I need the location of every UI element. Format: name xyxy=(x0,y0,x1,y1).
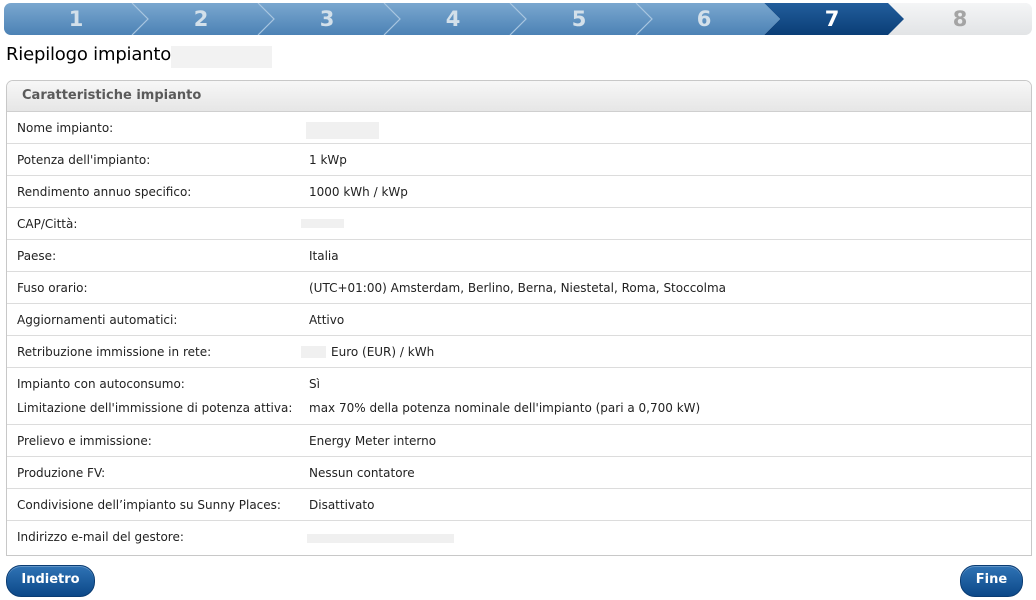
row-value: Attivo xyxy=(309,313,345,327)
redacted-value xyxy=(301,346,326,358)
panel-title: Caratteristiche impianto xyxy=(7,81,1031,112)
row-label: Fuso orario: xyxy=(17,281,88,295)
step-7: 7 xyxy=(824,7,840,31)
row-auto-updates: Aggiornamenti automatici: Attivo xyxy=(7,304,1031,336)
summary-rows: Nome impianto: Potenza dell'impianto: 1 … xyxy=(7,112,1031,553)
finish-button[interactable]: Fine xyxy=(960,565,1023,597)
redacted-value xyxy=(301,219,344,228)
row-plant-power: Potenza dell'impianto: 1 kWp xyxy=(7,144,1031,176)
step-2[interactable]: 2 xyxy=(181,3,221,35)
row-operator-email: Indirizzo e-mail del gestore: xyxy=(7,521,1031,553)
row-pv-production: Produzione FV: Nessun contatore xyxy=(7,457,1031,489)
redacted-plant-name xyxy=(171,46,272,68)
row-value-active-power-limit: max 70% della potenza nominale dell'impi… xyxy=(309,401,701,415)
step-bar-graphic xyxy=(4,3,1032,35)
step-1[interactable]: 1 xyxy=(56,3,96,35)
row-label: CAP/Città: xyxy=(17,217,78,231)
row-plant-name: Nome impianto: xyxy=(7,112,1031,144)
row-specific-yield: Rendimento annuo specifico: 1000 kWh / k… xyxy=(7,176,1031,208)
row-value: Sì xyxy=(309,377,320,391)
row-label: Prelievo e immissione: xyxy=(17,434,152,448)
row-label: Nome impianto: xyxy=(17,121,114,135)
row-value: 1000 kWh / kWp xyxy=(309,185,408,199)
row-value: Euro (EUR) / kWh xyxy=(331,345,435,359)
row-time-zone: Fuso orario: (UTC+01:00) Amsterdam, Berl… xyxy=(7,272,1031,304)
row-value: Italia xyxy=(309,249,339,263)
row-country: Paese: Italia xyxy=(7,240,1031,272)
step-5[interactable]: 5 xyxy=(559,3,599,35)
row-label: Potenza dell'impianto: xyxy=(17,153,151,167)
row-feed-in-tariff: Retribuzione immissione in rete: Euro (E… xyxy=(7,336,1031,368)
row-label: Rendimento annuo specifico: xyxy=(17,185,192,199)
row-label: Retribuzione immissione in rete: xyxy=(17,345,212,359)
step-4[interactable]: 4 xyxy=(433,3,473,35)
row-value: Energy Meter interno xyxy=(309,434,437,448)
row-value: 1 kWp xyxy=(309,153,347,167)
row-value: Nessun contatore xyxy=(309,466,415,480)
row-label: Impianto con autoconsumo: xyxy=(17,377,185,391)
row-purchase-feed-in: Prelievo e immissione: Energy Meter inte… xyxy=(7,425,1031,457)
row-sunny-places: Condivisione dell’impianto su Sunny Plac… xyxy=(7,489,1031,521)
row-label: Condivisione dell’impianto su Sunny Plac… xyxy=(17,498,281,512)
row-label: Aggiornamenti automatici: xyxy=(17,313,178,327)
row-value: Disattivato xyxy=(309,498,375,512)
row-self-consumption: Impianto con autoconsumo: Sì Limitazione… xyxy=(7,368,1031,425)
step-8: 8 xyxy=(952,7,968,31)
row-value: (UTC+01:00) Amsterdam, Berlino, Berna, N… xyxy=(309,281,727,295)
step-3[interactable]: 3 xyxy=(307,3,347,35)
step-6[interactable]: 6 xyxy=(684,3,724,35)
redacted-value xyxy=(307,534,454,543)
row-label: Produzione FV: xyxy=(17,466,106,480)
wizard-step-bar: 1 2 3 4 5 6 7 8 xyxy=(4,3,1032,35)
plant-summary-panel: Caratteristiche impianto Nome impianto: … xyxy=(6,80,1032,556)
page-title: Riepilogo impianto xyxy=(6,44,172,65)
back-button[interactable]: Indietro xyxy=(6,565,95,597)
row-zip-city: CAP/Città: xyxy=(7,208,1031,240)
redacted-value xyxy=(306,122,379,139)
row-label: Indirizzo e-mail del gestore: xyxy=(17,530,184,544)
row-label: Paese: xyxy=(17,249,57,263)
row-label-active-power-limit: Limitazione dell'immissione di potenza a… xyxy=(17,401,293,415)
